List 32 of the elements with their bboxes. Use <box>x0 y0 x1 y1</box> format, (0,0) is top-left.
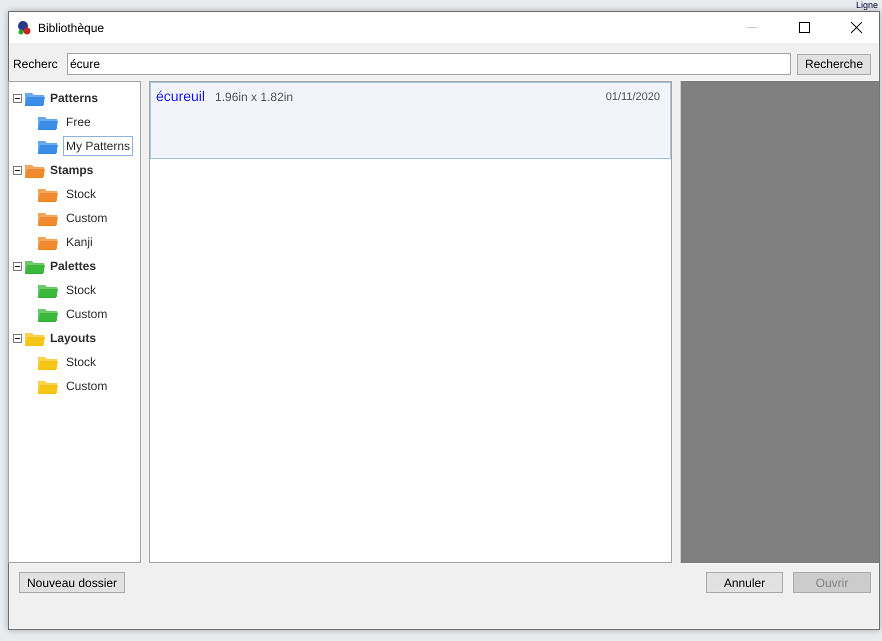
tree-group[interactable]: Layouts <box>50 331 96 345</box>
result-name: écureuil <box>156 88 206 104</box>
search-field[interactable]: écure <box>67 53 791 75</box>
minimize-icon <box>747 27 757 28</box>
maximize-icon <box>798 22 810 33</box>
collapse-toggle[interactable] <box>13 334 22 342</box>
tree-item[interactable]: Stock <box>63 352 100 372</box>
tree-item[interactable]: My Patterns <box>63 136 134 156</box>
collapse-toggle[interactable] <box>13 262 22 270</box>
tree-group[interactable]: Stamps <box>50 163 94 177</box>
result-size: 1.96in x 1.82in <box>215 90 294 104</box>
tree-item[interactable]: Kanji <box>63 232 96 252</box>
tree-item[interactable]: Stock <box>63 280 100 300</box>
tree-item[interactable]: Stock <box>63 184 100 204</box>
result-date: 01/11/2020 <box>606 91 660 103</box>
new-folder-button[interactable]: Nouveau dossier <box>19 572 126 593</box>
tree-group[interactable]: Palettes <box>50 259 96 273</box>
close-icon <box>850 22 862 33</box>
window-title: Bibliothèque <box>38 20 106 34</box>
search-label: Recherc <box>13 57 59 71</box>
cancel-button[interactable]: Annuler <box>706 572 783 593</box>
tree-item[interactable]: Custom <box>63 304 110 324</box>
tree-item[interactable]: Custom <box>63 376 110 396</box>
search-button[interactable]: Recherche <box>796 54 871 74</box>
app-icon <box>16 20 32 36</box>
tree-item[interactable]: Free <box>63 112 94 132</box>
collapse-toggle[interactable] <box>13 94 22 102</box>
tree-item[interactable]: Custom <box>63 208 110 228</box>
collapse-toggle[interactable] <box>13 166 22 174</box>
background-window-text: Ligne <box>856 0 878 11</box>
tree-group[interactable]: Patterns <box>50 91 98 105</box>
result-row[interactable]: écureuil 1.96in x 1.82in 01/11/2020 <box>150 82 671 159</box>
